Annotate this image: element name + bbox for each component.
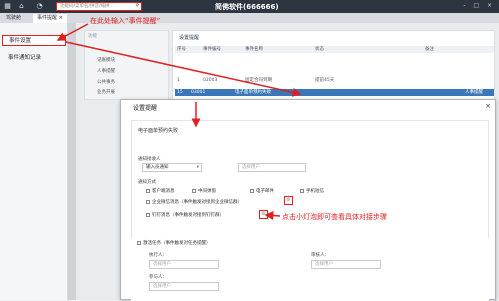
col-header: 事件名称 [245, 47, 263, 52]
participant-label: 参与人： [149, 275, 167, 280]
event-grid: 设置提醒 序号 事件编号 事件名称 状态 备注 1 02003 固定合同到期 提… [172, 30, 495, 100]
executor-label: 执行人： [149, 253, 167, 258]
cell: 电子面单预约失败 [235, 90, 271, 95]
wechat-bulb-icon[interactable]: ⚙ [284, 196, 293, 205]
bell-icon[interactable]: ◔ [35, 2, 44, 11]
cell: 固定合同到期 [245, 78, 272, 83]
user-select[interactable]: 选择用户 [238, 163, 306, 172]
col-header: 状态 [315, 47, 324, 52]
title-bar: ▦ ⌂ ◔ 功能码/菜单名/拼音/缩拼... ⚲ 简佛软件(666666) - … [0, 0, 499, 13]
reviewer-select[interactable]: 选择用户 [311, 260, 381, 269]
sidebar-item-event-settings[interactable]: 事件设置 [2, 35, 66, 46]
executor-select[interactable]: 选择用户 [149, 260, 219, 269]
method-popup-checkbox[interactable]: 中间弹窗 [192, 188, 216, 194]
wechat-checkbox[interactable]: 企业微信消息（事件触发对接到企业微信群） [146, 199, 242, 205]
tree-item[interactable]: 记账模块 [97, 57, 115, 63]
tab-event-reminder[interactable]: 事件提醒 × [33, 14, 67, 23]
splitter[interactable] [68, 23, 76, 300]
checkbox-label: 企业微信消息（事件触发对接到企业微信群） [152, 200, 242, 205]
checkbox-label: 激活任务（事件触发对任务提醒） [143, 241, 211, 246]
reviewer-label: 审核人： [311, 253, 329, 258]
sidebar: 事件设置 事件通知记录 [0, 23, 68, 300]
cell: 15 [177, 90, 183, 95]
grid-icon[interactable]: ▦ [3, 2, 12, 11]
method-client-checkbox[interactable]: 客户端消息 [146, 188, 175, 194]
dingtalk-checkbox[interactable]: 钉钉消息（事件触发对接到钉钉群） [146, 212, 224, 218]
col-header: 事件编号 [203, 47, 221, 52]
dingtalk-bulb-icon[interactable]: ⚙ [259, 210, 268, 219]
notify-who-label: 通知接收人 [138, 157, 161, 162]
task-section: 激活任务（事件触发对任务提醒） 执行人： 选择用户 审核人： 选择用户 参与人：… [131, 238, 489, 301]
tree-item[interactable]: 公共事务 [97, 79, 115, 85]
checkbox-label: 钉钉消息（事件触发对接到钉钉群） [152, 213, 224, 218]
search-placeholder: 功能码/菜单名/拼音/缩拼... [60, 4, 114, 9]
receiver-select[interactable]: 输入员通知 ▾ [142, 163, 202, 172]
checkbox-label: 电子邮件 [256, 189, 274, 194]
category-tree: 功能 记账模块 人事提醒 公共事务 业务开展 [84, 30, 169, 100]
function-search-input[interactable]: 功能码/菜单名/拼音/缩拼... ⚲ [56, 2, 142, 11]
tree-item[interactable]: 业务开展 [97, 89, 115, 95]
close-icon[interactable]: × [485, 102, 491, 110]
method-sms-checkbox[interactable]: 手机短信 [300, 188, 324, 194]
tree-header: 功能 [88, 34, 97, 39]
tab-cockpit[interactable]: 驾驶舱 [2, 14, 25, 23]
notify-method-label: 通知方式 [138, 180, 156, 185]
executor-placeholder: 选择用户 [153, 262, 171, 267]
cell: 提前45天 [315, 78, 335, 83]
receiver-value: 输入员通知 [146, 165, 169, 170]
task-checkbox[interactable]: 激活任务（事件触发对任务提醒） [137, 240, 211, 246]
home-icon[interactable]: ⌂ [17, 2, 26, 11]
user-placeholder: 选择用户 [242, 165, 260, 170]
sidebar-item-event-records[interactable]: 事件通知记录 [2, 53, 66, 64]
checkbox-label: 客户端消息 [152, 189, 175, 194]
cell: 人事提醒 [465, 90, 483, 95]
participant-select[interactable]: 选择用户 [149, 282, 219, 291]
col-header: 备注 [425, 47, 434, 52]
participant-placeholder: 选择用户 [153, 284, 171, 289]
app-title: 简佛软件(666666) [215, 3, 279, 11]
grid-title: 设置提醒 [179, 35, 200, 41]
reviewer-placeholder: 选择用户 [315, 262, 333, 267]
bulb-hint-annotation: 点击小灯泡即可查看具体对接步骤 [282, 213, 387, 221]
cell: 02003 [203, 78, 218, 83]
chevron-down-icon: ▾ [196, 165, 199, 170]
tab-bar: 驾驶舱 事件提醒 × [0, 13, 499, 23]
cell: 03001 [191, 90, 206, 95]
table-row[interactable]: 1 02003 固定合同到期 提前45天 [175, 77, 494, 84]
col-header: 序号 [177, 47, 186, 52]
checkbox-label: 中间弹窗 [198, 189, 216, 194]
reminder-settings-dialog: 设置提醒 × 电子面单预约失败 通知接收人 输入员通知 ▾ 选择用户 通知方式 … [120, 99, 496, 301]
grid-header-row: 序号 事件编号 事件名称 状态 备注 [175, 46, 494, 53]
window-controls[interactable]: - □ × [463, 2, 495, 9]
search-icon[interactable]: ⚲ [135, 3, 139, 10]
tree-item[interactable]: 人事提醒 [97, 68, 115, 74]
method-email-checkbox[interactable]: 电子邮件 [250, 188, 274, 194]
notify-section: 电子面单预约失败 通知接收人 输入员通知 ▾ 选择用户 通知方式 客户端消息 中… [131, 120, 489, 253]
cell: 1 [177, 78, 180, 83]
checkbox-label: 手机短信 [306, 189, 324, 194]
table-row-selected[interactable]: 15 03001 电子面单预约失败 人事提醒 [175, 89, 494, 96]
event-name: 电子面单预约失败 [138, 128, 179, 134]
dialog-title: 设置提醒 [133, 105, 158, 112]
search-hint-annotation: 在此处输入“事件提醒” [90, 17, 161, 25]
